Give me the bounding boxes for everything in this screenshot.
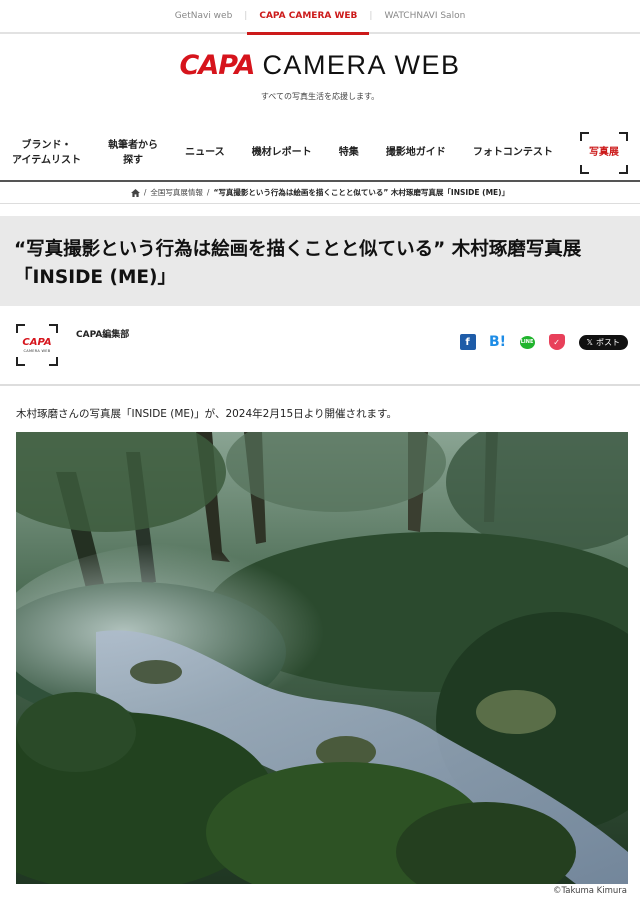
pocket-save-icon[interactable]: ✓ bbox=[548, 334, 565, 350]
avatar-logo-capa: CAPA bbox=[22, 336, 52, 348]
x-post-label: ポスト bbox=[596, 337, 620, 347]
nav-label: 執筆者から bbox=[108, 139, 159, 151]
featured-photo bbox=[16, 432, 628, 884]
breadcrumb-exhibitions[interactable]: 全国写真展情報 bbox=[150, 187, 203, 198]
hatena-bookmark-icon[interactable]: B! bbox=[489, 334, 506, 350]
site-logo[interactable]: CAPA CAMERA WEB bbox=[180, 50, 461, 81]
site-link-capa[interactable]: CAPA CAMERA WEB bbox=[247, 0, 370, 35]
article-title-line: 「INSIDE (ME)」 bbox=[14, 266, 176, 288]
home-icon[interactable] bbox=[130, 188, 140, 197]
site-link-getnavi[interactable]: GetNavi web bbox=[163, 0, 245, 33]
photo-credit: ©Takuma Kimura bbox=[552, 886, 627, 896]
nav-label: 特集 bbox=[338, 147, 359, 159]
nav-item-gear-report[interactable]: 機材レポート bbox=[252, 145, 312, 161]
nav-item-photo-contest[interactable]: フォトコンテスト bbox=[473, 145, 553, 161]
frame-corner bbox=[16, 357, 25, 366]
frame-corner bbox=[618, 165, 628, 174]
x-post-button[interactable]: 𝕏 ポスト bbox=[578, 334, 628, 350]
nav-label: フォトコンテスト bbox=[472, 147, 553, 159]
nav-item-exhibition[interactable]: 写真展 bbox=[579, 132, 628, 174]
nav-item-feature[interactable]: 特集 bbox=[339, 145, 359, 161]
nav-label: 機材レポート bbox=[251, 147, 312, 159]
article-title-band: “写真撮影という行為は絵画を描くことと似ている” 木村琢磨写真展 「INSIDE… bbox=[0, 216, 640, 306]
frame-corner bbox=[579, 132, 589, 141]
logo-capa: CAPA bbox=[179, 50, 256, 81]
nav-label: 撮影地ガイド bbox=[385, 147, 446, 159]
site-header: CAPA CAMERA WEB すべての写真生活を応援します。 bbox=[0, 34, 640, 126]
nav-item-news[interactable]: ニュース bbox=[185, 145, 225, 161]
breadcrumb-sep: / bbox=[143, 188, 147, 197]
breadcrumb-sep: / bbox=[206, 188, 210, 197]
frame-corner bbox=[49, 357, 58, 366]
breadcrumb-current: “写真撮影という行為は絵画を描くことと似ている” 木村琢磨写真展「INSIDE … bbox=[213, 188, 510, 197]
breadcrumb: / 全国写真展情報 / “写真撮影という行為は絵画を描くことと似ている” 木村琢… bbox=[0, 182, 640, 204]
nav-label: 探す bbox=[123, 155, 144, 166]
article-title-line: “写真撮影という行為は絵画を描くことと似ている” 木村琢磨写真展 bbox=[14, 239, 582, 260]
site-tagline: すべての写真生活を応援します。 bbox=[260, 92, 380, 101]
avatar-logo-sub: CAMERA WEB bbox=[23, 348, 51, 353]
logo-camera-web: CAMERA WEB bbox=[262, 50, 461, 80]
site-link-watchnavi[interactable]: WATCHNAVI Salon bbox=[372, 0, 477, 33]
frame-corner bbox=[618, 132, 628, 141]
forest-stream-photo bbox=[16, 432, 628, 884]
author-name[interactable]: CAPA編集部 bbox=[76, 327, 129, 340]
frame-corner bbox=[579, 165, 589, 174]
top-site-bar: GetNavi web | CAPA CAMERA WEB | WATCHNAV… bbox=[0, 0, 640, 35]
nav-label: ブランド・ bbox=[21, 139, 72, 151]
nav-label: 写真展 bbox=[588, 147, 619, 159]
nav-item-authors[interactable]: 執筆者から 探す bbox=[108, 138, 158, 169]
article-title: “写真撮影という行為は絵画を描くことと似ている” 木村琢磨写真展 「INSIDE… bbox=[14, 236, 626, 292]
facebook-share-icon[interactable]: f bbox=[459, 334, 476, 350]
nav-label: アイテムリスト bbox=[12, 155, 81, 166]
x-logo-icon: 𝕏 bbox=[586, 337, 593, 347]
author-avatar[interactable]: CAPA CAMERA WEB bbox=[16, 324, 58, 366]
nav-item-location-guide[interactable]: 撮影地ガイド bbox=[386, 145, 446, 161]
author-row: CAPA CAMERA WEB CAPA編集部 f B! LINE ✓ 𝕏 ポス… bbox=[0, 306, 640, 386]
frame-corner bbox=[49, 324, 58, 333]
main-nav: ブランド・ アイテムリスト 執筆者から 探す ニュース 機材レポート 特集 撮影… bbox=[0, 126, 640, 182]
frame-corner bbox=[16, 324, 25, 333]
line-share-icon[interactable]: LINE bbox=[519, 335, 535, 349]
nav-item-brand[interactable]: ブランド・ アイテムリスト bbox=[12, 138, 81, 169]
nav-label: ニュース bbox=[185, 147, 225, 159]
share-buttons: f B! LINE ✓ 𝕏 ポスト bbox=[459, 334, 628, 350]
